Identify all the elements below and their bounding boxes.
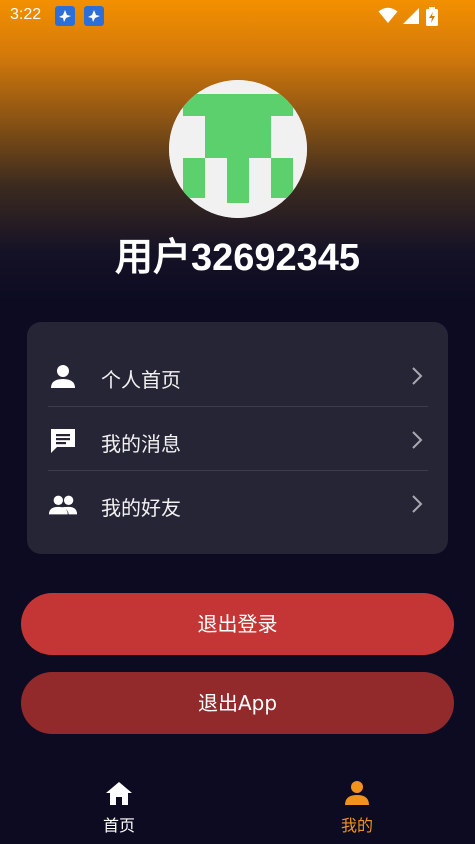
divider [48,470,428,471]
divider [48,406,428,407]
menu-item-my-messages[interactable]: 我的消息 [48,408,428,472]
bottom-nav: 首页 我的 [0,770,475,844]
tab-mine[interactable]: 我的 [307,780,407,836]
person-icon [51,365,75,388]
identicon-avatar [169,80,307,218]
person-icon [345,781,369,805]
status-bar: 3:22 [0,0,475,32]
menu-card: 个人首页 我的消息 我的好友 [27,322,448,554]
wifi-icon [378,7,398,23]
home-icon [106,782,132,805]
tab-home[interactable]: 首页 [69,780,169,836]
bird-app-icon [84,6,104,26]
menu-item-label: 我的好友 [101,496,181,520]
menu-item-label: 个人首页 [101,368,181,392]
menu-item-label: 我的消息 [101,432,181,456]
chevron-right-icon [412,367,423,385]
message-icon [51,429,75,453]
chevron-right-icon [412,495,423,513]
friends-icon [48,495,78,515]
chevron-right-icon [412,431,423,449]
menu-item-my-friends[interactable]: 我的好友 [48,472,428,536]
tab-label: 我的 [340,816,373,835]
bird-app-icon [55,6,75,26]
battery-charging-icon [426,7,438,26]
logout-button[interactable]: 退出登录 [21,593,454,655]
menu-item-personal-home[interactable]: 个人首页 [48,344,428,408]
username: 用户32692345 [114,237,361,279]
signal-icon [403,8,419,24]
status-time: 3:22 [10,6,42,23]
avatar[interactable] [169,80,307,218]
exit-app-button[interactable]: 退出App [21,672,454,734]
tab-label: 首页 [102,816,135,835]
